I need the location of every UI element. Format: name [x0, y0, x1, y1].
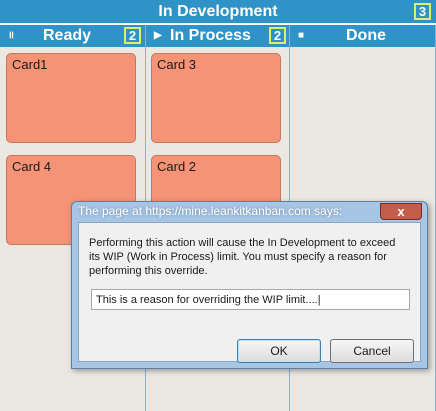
- lane-title-in-process: In Process: [170, 27, 251, 44]
- lane-header-done[interactable]: ■ Done: [290, 25, 436, 47]
- close-button[interactable]: x: [380, 203, 422, 220]
- pause-icon: ॥: [8, 30, 14, 41]
- dialog-body: Performing this action will cause the In…: [78, 222, 421, 363]
- lane-header-in-process[interactable]: ▶ In Process 2: [146, 25, 289, 47]
- ok-button[interactable]: OK: [237, 339, 321, 363]
- kanban-board: In Development 3 ॥ Ready 2 Card1 Card 4 …: [0, 0, 436, 411]
- card-title: Card1: [12, 57, 48, 72]
- lane-header-ready[interactable]: ॥ Ready 2: [0, 25, 145, 47]
- card[interactable]: Card1: [6, 53, 136, 143]
- override-reason-input[interactable]: [91, 289, 410, 310]
- board-header: In Development 3: [0, 0, 436, 24]
- lane-title-done: Done: [346, 27, 386, 44]
- wip-override-dialog: The page at https://mine.leankitkanban.c…: [71, 201, 428, 369]
- dialog-message: Performing this action will cause the In…: [89, 237, 396, 277]
- lane-wip-limit-in-process: 2: [269, 27, 286, 44]
- card-title: Card 2: [157, 159, 197, 174]
- play-icon: ▶: [154, 30, 162, 41]
- lane-title-ready: Ready: [43, 27, 92, 44]
- cancel-button[interactable]: Cancel: [330, 339, 414, 363]
- dialog-title: The page at https://mine.leankitkanban.c…: [78, 204, 343, 218]
- lane-wip-limit-ready: 2: [124, 27, 141, 44]
- stop-icon: ■: [298, 30, 305, 41]
- card[interactable]: Card 3: [151, 53, 281, 143]
- card-title: Card 3: [157, 57, 197, 72]
- board-wip-limit-badge: 3: [414, 3, 431, 20]
- close-icon: x: [397, 204, 405, 219]
- card-title: Card 4: [12, 159, 52, 174]
- board-title: In Development: [158, 3, 278, 20]
